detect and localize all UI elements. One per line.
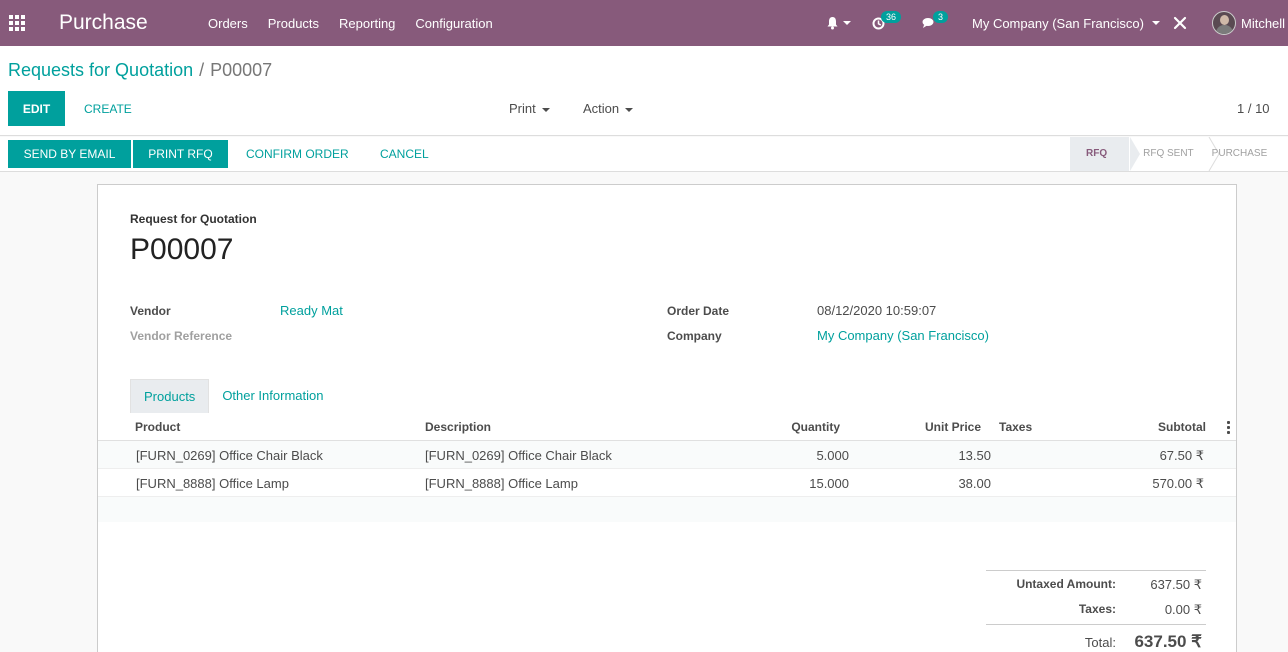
- messages-badge: 3: [933, 11, 949, 23]
- tools-icon: [1173, 16, 1187, 30]
- total-row: Total: 637.50 ₹: [986, 625, 1206, 652]
- untaxed-amount-row: Untaxed Amount: 637.50 ₹: [986, 571, 1206, 596]
- cell-quantity: 15.000: [809, 476, 849, 491]
- stage-rfq[interactable]: RFQ: [1070, 137, 1130, 171]
- apps-menu-icon[interactable]: [9, 15, 26, 31]
- create-button[interactable]: CREATE: [72, 91, 144, 126]
- col-taxes[interactable]: Taxes: [999, 420, 1032, 434]
- chevron-down-icon: [625, 107, 634, 112]
- order-lines-table: Product Description Quantity Unit Price …: [98, 413, 1236, 522]
- untaxed-amount-label: Untaxed Amount:: [1016, 577, 1116, 591]
- cell-subtotal: 67.50 ₹: [1159, 448, 1204, 463]
- status-bar: SEND BY EMAIL PRINT RFQ CONFIRM ORDER CA…: [0, 137, 1288, 172]
- col-unit-price[interactable]: Unit Price: [881, 420, 981, 434]
- user-name: Mitchell: [1241, 15, 1286, 31]
- total-value: 637.50 ₹: [1134, 632, 1202, 651]
- company-switcher[interactable]: My Company (San Francisco): [972, 0, 1160, 46]
- cell-description: [FURN_0269] Office Chair Black: [425, 448, 612, 463]
- breadcrumb-separator: /: [199, 60, 205, 80]
- taxes-label: Taxes:: [1078, 602, 1116, 616]
- taxes-value: 0.00 ₹: [1164, 602, 1202, 617]
- order-totals: Untaxed Amount: 637.50 ₹ Taxes: 0.00 ₹ T…: [986, 570, 1206, 652]
- chevron-down-icon: [843, 21, 851, 25]
- cell-subtotal: 570.00 ₹: [1152, 476, 1204, 491]
- taxes-row: Taxes: 0.00 ₹: [986, 596, 1206, 621]
- document-number: P00007: [130, 233, 234, 266]
- chevron-down-icon: [1151, 21, 1160, 25]
- table-header: Product Description Quantity Unit Price …: [98, 413, 1236, 441]
- cell-product: [FURN_0269] Office Chair Black: [136, 448, 323, 463]
- stage-purchase[interactable]: PURCHASE: [1194, 137, 1268, 171]
- menu-configuration[interactable]: Configuration: [415, 16, 492, 31]
- cell-quantity: 5.000: [816, 448, 849, 463]
- cell-description: [FURN_8888] Office Lamp: [425, 476, 578, 491]
- user-menu[interactable]: Mitchell: [1212, 0, 1285, 46]
- col-description[interactable]: Description: [425, 420, 491, 434]
- cancel-button[interactable]: CANCEL: [366, 140, 443, 168]
- menu-products[interactable]: Products: [268, 16, 319, 31]
- activities-badge: 36: [881, 11, 902, 23]
- top-navbar: Purchase Orders Products Reporting Confi…: [0, 0, 1288, 46]
- debug-tools-button[interactable]: [1173, 0, 1187, 46]
- empty-row: [98, 497, 1236, 522]
- status-stages: RFQ RFQ SENT PURCHASE: [1070, 137, 1288, 171]
- print-rfq-button[interactable]: PRINT RFQ: [133, 140, 228, 168]
- pager-value[interactable]: 1 / 10: [1237, 101, 1270, 116]
- vendor-label: Vendor: [130, 304, 171, 318]
- edit-button[interactable]: EDIT: [8, 91, 65, 126]
- optional-columns-icon[interactable]: [1227, 421, 1230, 436]
- app-title: Purchase: [59, 11, 148, 34]
- print-label: Print: [509, 101, 536, 116]
- tab-products[interactable]: Products: [130, 379, 210, 413]
- vendor-reference-label: Vendor Reference: [130, 329, 233, 343]
- form-sheet: Request for Quotation P00007 Vendor Read…: [97, 184, 1237, 652]
- tab-other-information[interactable]: Other Information: [209, 379, 336, 413]
- table-row[interactable]: [FURN_8888] Office Lamp [FURN_8888] Offi…: [98, 469, 1236, 497]
- untaxed-amount-value: 637.50 ₹: [1150, 577, 1202, 592]
- notebook-tabs: Products Other Information: [130, 379, 336, 413]
- vendor-value[interactable]: Ready Mat: [280, 303, 343, 318]
- activities-button[interactable]: 36: [872, 0, 905, 46]
- control-panel: Requests for Quotation / P00007 EDIT CREAT…: [0, 46, 1288, 136]
- messages-button[interactable]: 3: [922, 0, 952, 46]
- cell-product: [FURN_8888] Office Lamp: [136, 476, 289, 491]
- order-date-value: 08/12/2020 10:59:07: [817, 303, 937, 318]
- col-quantity[interactable]: Quantity: [740, 420, 840, 434]
- col-subtotal[interactable]: Subtotal: [1106, 420, 1206, 434]
- notifications-dropdown[interactable]: [826, 0, 851, 46]
- breadcrumb-current: P00007: [210, 60, 273, 80]
- company-name: My Company (San Francisco): [972, 15, 1144, 31]
- total-label: Total:: [1084, 635, 1116, 650]
- order-date-label: Order Date: [667, 304, 730, 318]
- menu-orders[interactable]: Orders: [208, 16, 248, 31]
- stage-rfq-sent[interactable]: RFQ SENT: [1129, 137, 1194, 171]
- print-dropdown[interactable]: Print: [509, 101, 550, 116]
- chevron-down-icon: [541, 107, 550, 112]
- menu-reporting[interactable]: Reporting: [339, 16, 395, 31]
- main-menu: Orders Products Reporting Configuration: [208, 16, 513, 31]
- breadcrumb-rfq-link[interactable]: Requests for Quotation: [8, 60, 193, 80]
- table-row[interactable]: [FURN_0269] Office Chair Black [FURN_026…: [98, 441, 1236, 469]
- action-dropdown[interactable]: Action: [583, 101, 634, 116]
- col-product[interactable]: Product: [135, 420, 180, 434]
- cell-unit-price: 13.50: [958, 448, 991, 463]
- company-value[interactable]: My Company (San Francisco): [817, 328, 989, 343]
- send-by-email-button[interactable]: SEND BY EMAIL: [8, 140, 131, 168]
- breadcrumb: Requests for Quotation / P00007: [8, 60, 272, 81]
- confirm-order-button[interactable]: CONFIRM ORDER: [232, 140, 363, 168]
- action-label: Action: [583, 101, 620, 116]
- cell-unit-price: 38.00: [958, 476, 991, 491]
- bell-icon: [827, 17, 838, 30]
- avatar: [1212, 11, 1236, 35]
- company-label: Company: [667, 329, 722, 343]
- document-type-label: Request for Quotation: [130, 212, 257, 226]
